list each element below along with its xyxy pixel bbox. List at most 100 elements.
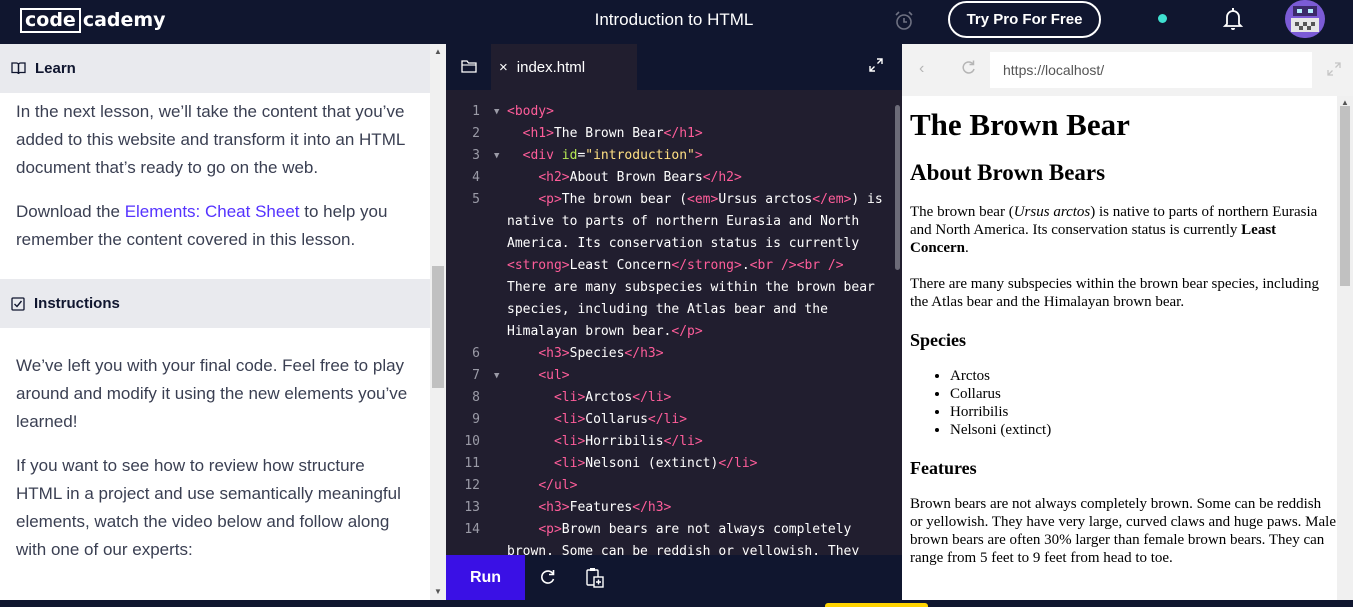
learn-scrollbar[interactable]: ▲ ▼ — [430, 44, 446, 600]
instructions-paragraph-2: If you want to see how to review how str… — [16, 456, 401, 559]
code-line[interactable]: 8 <li>Arctos</li> — [446, 387, 894, 409]
scroll-down-arrow-icon[interactable]: ▼ — [434, 587, 442, 596]
code-token: </ul> — [538, 478, 578, 493]
avatar[interactable] — [1285, 0, 1325, 38]
run-button[interactable]: Run — [446, 555, 525, 600]
close-icon[interactable]: × — [499, 59, 508, 76]
reload-icon[interactable] — [960, 59, 977, 76]
code-token: > — [694, 148, 703, 163]
book-icon — [11, 62, 26, 75]
code-text: <h3>Features</h3> — [507, 497, 671, 519]
code-token: Horribilis — [585, 434, 664, 449]
code-text: <h3>Species</h3> — [507, 343, 663, 365]
code-line[interactable]: native to parts of northern Eurasia and … — [446, 211, 894, 233]
code-line[interactable]: There are many subspecies within the bro… — [446, 277, 894, 299]
list-item: Collarus — [950, 385, 1336, 403]
fold-arrow-icon[interactable]: ▼ — [494, 145, 499, 167]
code-line[interactable]: 14 <p>Brown bears are not always complet… — [446, 519, 894, 541]
cheat-sheet-link[interactable]: Elements: Cheat Sheet — [125, 202, 300, 221]
fold-arrow-icon[interactable]: ▼ — [494, 365, 499, 387]
code-line[interactable]: 10 <li>Horribilis</li> — [446, 431, 894, 453]
code-line[interactable]: 5 <p>The brown bear (<em>Ursus arctos</e… — [446, 189, 894, 211]
code-token: There are many subspecies within the bro… — [507, 280, 875, 295]
url-field[interactable]: https://localhost/ — [990, 52, 1312, 88]
code-line[interactable]: 9 <li>Collarus</li> — [446, 409, 894, 431]
code-text: </ul> — [507, 475, 577, 497]
file-tab-index-html[interactable]: × index.html — [491, 44, 637, 90]
code-line[interactable]: brown. Some can be reddish or yellowish.… — [446, 541, 894, 555]
p1-a: The brown bear ( — [910, 204, 1014, 220]
page-h1: The Brown Bear — [910, 107, 1130, 142]
fold-arrow-icon[interactable]: ▼ — [494, 101, 499, 123]
code-text: brown. Some can be reddish or yellowish.… — [507, 541, 859, 555]
code-line[interactable]: <strong>Least Concern</strong>.<br /><br… — [446, 255, 894, 277]
code-line[interactable]: species, including the Atlas bear and th… — [446, 299, 894, 321]
code-line[interactable]: 7 ▼ <ul> — [446, 365, 894, 387]
learn-scroll-thumb[interactable] — [432, 266, 444, 388]
code-line[interactable]: Himalayan brown bear.</p> — [446, 321, 894, 343]
browser-scroll-thumb[interactable] — [1340, 106, 1350, 286]
code-text: Himalayan brown bear.</p> — [507, 321, 703, 343]
page-h2: About Brown Bears — [910, 160, 1106, 185]
lesson-paragraph-2: Download the Elements: Cheat Sheet to he… — [0, 198, 428, 254]
code-token: America. Its conservation status is curr… — [507, 236, 860, 251]
code-text: America. Its conservation status is curr… — [507, 233, 859, 255]
folder-icon[interactable] — [461, 59, 477, 73]
browser-scrollbar[interactable]: ▲ — [1337, 96, 1353, 600]
learn-header[interactable]: Learn — [0, 44, 446, 93]
code-line[interactable]: America. Its conservation status is curr… — [446, 233, 894, 255]
code-line[interactable]: 11 <li>Nelsoni (extinct)</li> — [446, 453, 894, 475]
editor-scrollbar[interactable] — [894, 101, 902, 555]
code-token: Ursus arctos — [718, 192, 813, 207]
code-line[interactable]: 6 <h3>Species</h3> — [446, 343, 894, 365]
browser-expand-icon[interactable] — [1327, 62, 1341, 76]
instructions-heading: Instructions — [34, 295, 120, 312]
expand-icon[interactable] — [869, 58, 883, 72]
try-pro-button[interactable]: Try Pro For Free — [948, 1, 1101, 38]
code-token: </em> — [812, 192, 852, 207]
codecademy-logo[interactable]: code cademy — [20, 7, 166, 33]
learn-pane: Learn In the next lesson, we’ll take the… — [0, 44, 446, 600]
code-token: Brown bears are not always completely — [561, 522, 852, 537]
code-token: <li> — [553, 456, 586, 471]
code-text: species, including the Atlas bear and th… — [507, 299, 828, 321]
logo-code: code — [20, 7, 81, 33]
code-text: <li>Arctos</li> — [507, 387, 671, 409]
bell-icon[interactable] — [1222, 7, 1244, 31]
browser-bar: ‹ https://localhost/ — [902, 44, 1353, 96]
code-token: Arctos — [585, 390, 633, 405]
code-text: There are many subspecies within the bro… — [507, 277, 875, 299]
code-token: </h1> — [663, 126, 703, 141]
code-line[interactable]: 12 </ul> — [446, 475, 894, 497]
code-token: <p> — [538, 522, 562, 537]
reset-icon[interactable] — [539, 568, 557, 586]
file-tab-label: index.html — [516, 58, 586, 76]
clock-icon[interactable] — [893, 10, 915, 32]
editor-scroll-thumb[interactable] — [895, 105, 900, 270]
code-token: Least Concern — [569, 258, 672, 273]
copy-to-clipboard-icon[interactable] — [585, 567, 605, 589]
notification-dot — [1158, 14, 1167, 23]
code-text: native to parts of northern Eurasia and … — [507, 211, 859, 233]
code-line[interactable]: 13 <h3>Features</h3> — [446, 497, 894, 519]
code-token: Collarus — [585, 412, 648, 427]
back-arrow-icon[interactable]: ‹ — [919, 60, 924, 78]
code-line[interactable]: 2 <h1>The Brown Bear</h1> — [446, 123, 894, 145]
line-number: 14 — [464, 522, 480, 537]
code-line[interactable]: 4 <h2>About Brown Bears</h2> — [446, 167, 894, 189]
code-line[interactable]: 3 ▼ <div id="introduction"> — [446, 145, 894, 167]
line-number: 2 — [472, 126, 480, 141]
scroll-up-arrow-icon[interactable]: ▲ — [434, 47, 442, 56]
code-line[interactable]: 1 ▼ <body> — [446, 101, 894, 123]
code-token: </p> — [671, 324, 703, 339]
instructions-header[interactable]: Instructions — [0, 279, 446, 328]
code-area[interactable]: 1 ▼ <body> 2 <h1>The Brown Bear</h1> 3 ▼ <div… — [446, 101, 894, 555]
species-list: Arctos Collarus Horribilis Nelsoni (exti… — [950, 367, 1336, 439]
code-token: </li> — [718, 456, 758, 471]
feedback-tab[interactable] — [825, 603, 928, 607]
features-paragraph: Brown bears are not always completely br… — [910, 496, 1336, 566]
